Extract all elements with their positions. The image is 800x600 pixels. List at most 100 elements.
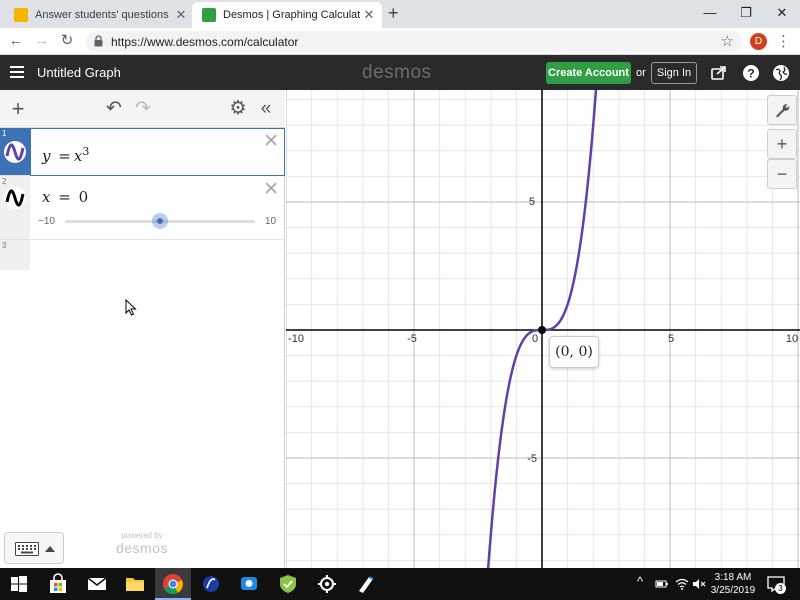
powered-by-logo: desmos: [115, 540, 169, 556]
tab-close-icon[interactable]: ✕: [172, 7, 190, 23]
math-lhs: y: [42, 147, 51, 165]
create-account-button[interactable]: Create Account: [546, 62, 631, 84]
share-icon[interactable]: [710, 64, 728, 82]
mail-icon[interactable]: [86, 573, 108, 595]
tab-close-icon[interactable]: ✕: [360, 7, 378, 23]
new-tab-button[interactable]: +: [388, 3, 399, 24]
x-tick-label: -10: [288, 333, 304, 345]
globe-language-icon[interactable]: [772, 64, 790, 82]
equals-sign: =: [58, 188, 71, 206]
lock-icon: [94, 35, 103, 47]
wifi-icon[interactable]: [675, 577, 689, 591]
y-tick-label: -5: [527, 453, 537, 465]
store-icon[interactable]: [47, 573, 69, 595]
tab-title: Answer students' questions and h: [35, 9, 172, 21]
expression-toolbar: + ↶ ↷ ⚙ «: [0, 90, 285, 128]
help-icon[interactable]: ?: [742, 64, 760, 82]
slider-min-label[interactable]: −10: [38, 216, 55, 227]
notification-count-badge: 3: [775, 583, 786, 594]
curve-color-icon[interactable]: [3, 140, 27, 164]
windows-start-icon[interactable]: [8, 573, 30, 595]
keyboard-icon: [15, 542, 39, 556]
graph-settings-wrench-button[interactable]: [767, 95, 797, 125]
tab-answer-students[interactable]: Answer students' questions and h ✕: [4, 2, 194, 28]
shield-app-icon[interactable]: [277, 573, 299, 595]
or-text: or: [636, 67, 646, 79]
settings-app-icon[interactable]: [316, 573, 338, 595]
delete-expression-icon[interactable]: ✕: [263, 178, 279, 201]
expression-row-3[interactable]: 3: [0, 240, 285, 270]
forward-arrow-icon[interactable]: →: [32, 31, 52, 51]
equals-sign: =: [58, 147, 71, 165]
file-explorer-icon[interactable]: [124, 573, 146, 595]
x-tick-label: 0: [532, 333, 538, 345]
graph-title[interactable]: Untitled Graph: [37, 65, 121, 80]
expression-math[interactable]: y = x3: [42, 145, 89, 165]
clock-time: 3:18 AM: [714, 572, 752, 583]
windows-taskbar: ^ 3:18 AM 3/25/2019 3: [0, 568, 800, 600]
point-label[interactable]: (0, 0): [549, 336, 599, 368]
volume-muted-icon[interactable]: [692, 577, 706, 591]
desmos-favicon-icon: [202, 8, 216, 22]
collapse-panel-icon[interactable]: «: [256, 99, 276, 119]
slider-thumb[interactable]: [152, 213, 168, 229]
zoom-out-button[interactable]: −: [767, 159, 797, 189]
keypad-toggle-button[interactable]: [4, 532, 64, 564]
pen-app-icon[interactable]: [355, 573, 377, 595]
delete-expression-icon[interactable]: ✕: [263, 130, 279, 153]
tray-chevron-up-icon[interactable]: ^: [637, 574, 643, 589]
expression-math[interactable]: x = 0: [42, 188, 88, 206]
expression-number: 3: [2, 241, 7, 250]
expression-number: 2: [2, 177, 7, 186]
address-bar[interactable]: https://www.desmos.com/calculator ☆: [86, 31, 742, 52]
graph-paper[interactable]: -10 -5 0 5 10 5 -5 + − (0, 0): [286, 90, 800, 568]
reload-icon[interactable]: ↻: [57, 31, 77, 51]
math-lhs: x: [42, 188, 51, 206]
zoom-in-button[interactable]: +: [767, 129, 797, 159]
wrench-icon: [776, 104, 790, 118]
expression-row-1[interactable]: 1 y = x3 ✕: [0, 128, 285, 176]
sign-in-button[interactable]: Sign In: [651, 62, 697, 84]
y-tick-label: 5: [529, 196, 535, 208]
system-clock[interactable]: 3:18 AM 3/25/2019: [706, 571, 760, 597]
chrome-icon: [163, 574, 183, 595]
bookmark-star-icon[interactable]: ☆: [721, 32, 734, 50]
tab-desmos[interactable]: Desmos | Graphing Calculator ✕: [192, 2, 382, 28]
mouse-cursor-icon: [125, 299, 137, 316]
hamburger-menu-icon[interactable]: [10, 66, 24, 79]
desmos-header: Untitled Graph desmos Create Account or …: [0, 55, 800, 90]
tab-title: Desmos | Graphing Calculator: [223, 9, 360, 21]
add-expression-icon[interactable]: +: [8, 98, 28, 120]
powered-by-text: powered by: [121, 531, 163, 540]
slider-max-label[interactable]: 10: [265, 216, 276, 227]
expression-number: 1: [2, 129, 7, 138]
expression-row-2[interactable]: 2 x = 0 ✕ −10 10: [0, 176, 285, 240]
curve-color-icon[interactable]: [3, 186, 27, 210]
math-exponent: 3: [82, 145, 90, 158]
tab-favicon-icon: [14, 8, 28, 22]
battery-icon[interactable]: [655, 577, 669, 591]
browser-menu-icon[interactable]: ⋮: [776, 32, 791, 50]
back-arrow-icon[interactable]: ←: [6, 31, 26, 51]
restore-window-icon[interactable]: ❐: [728, 2, 764, 24]
expression-panel: + ↶ ↷ ⚙ « 1 y = x3 ✕ 2 x = 0 ✕ −10 10 3 …: [0, 90, 285, 568]
desmos-logo: desmos: [362, 62, 432, 83]
chat-app-icon[interactable]: [238, 573, 260, 595]
x-tick-label: 10: [786, 333, 798, 345]
action-center-icon[interactable]: 3: [766, 574, 786, 594]
browser-toolbar: ← → ↻ https://www.desmos.com/calculator …: [0, 28, 800, 55]
app-circle-icon[interactable]: [200, 573, 222, 595]
graph-canvas[interactable]: -10 -5 0 5 10 5 -5: [286, 90, 800, 568]
profile-avatar[interactable]: D: [750, 33, 767, 50]
browser-tab-strip: Answer students' questions and h ✕ Desmo…: [0, 0, 800, 28]
undo-icon[interactable]: ↶: [104, 99, 124, 119]
chrome-taskbar-active[interactable]: [155, 568, 191, 600]
math-rhs: 0: [78, 188, 89, 206]
origin-point[interactable]: [538, 326, 546, 334]
close-window-icon[interactable]: ✕: [764, 2, 800, 24]
redo-icon[interactable]: ↷: [133, 99, 153, 119]
caret-up-icon: [45, 546, 55, 552]
minimize-window-icon[interactable]: —: [692, 2, 728, 24]
clock-date: 3/25/2019: [710, 585, 756, 596]
settings-gear-icon[interactable]: ⚙: [228, 99, 248, 119]
